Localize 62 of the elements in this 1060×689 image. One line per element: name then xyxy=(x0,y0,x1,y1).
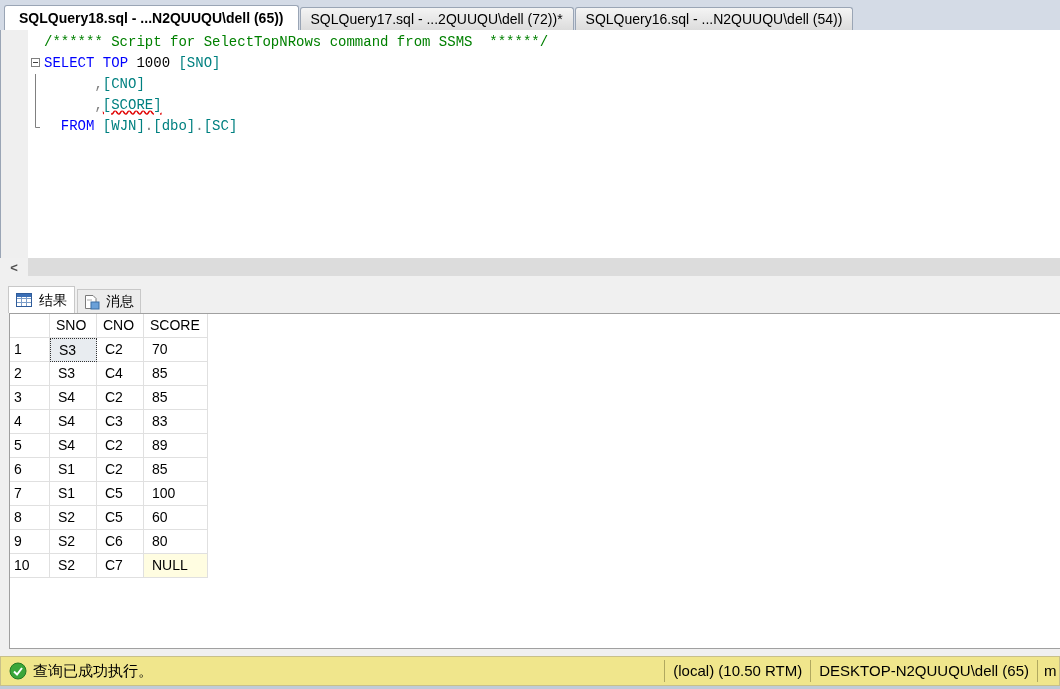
table-cell: S1 xyxy=(50,458,97,482)
collapse-icon[interactable] xyxy=(31,58,40,67)
document-tab[interactable]: SQLQuery18.sql - ...N2QUUQU\dell (65)) xyxy=(4,5,299,30)
table-cell: S2 xyxy=(50,554,97,578)
row-number: 3 xyxy=(10,386,50,410)
row-number: 6 xyxy=(10,458,50,482)
grid-icon xyxy=(16,293,32,307)
tab-label: 结果 xyxy=(39,290,67,310)
table-cell: S3 xyxy=(50,362,97,386)
table-cell: S1 xyxy=(50,482,97,506)
result-tab[interactable]: 消息 xyxy=(77,289,141,313)
database-info: m xyxy=(1037,659,1059,683)
table-cell: C3 xyxy=(97,410,144,434)
document-tab[interactable]: SQLQuery17.sql - ...2QUUQU\dell (72))* xyxy=(299,7,574,30)
scroll-left-button[interactable]: < xyxy=(0,258,28,276)
table-cell: S4 xyxy=(50,386,97,410)
table-cell: 60 xyxy=(144,506,208,530)
table-cell: NULL xyxy=(144,554,208,578)
document-icon xyxy=(84,293,100,310)
table-cell: 85 xyxy=(144,386,208,410)
table-cell: S3 xyxy=(50,338,97,362)
code-line: FROM [WJN].[dbo].[SC] xyxy=(59,117,238,136)
row-number: 10 xyxy=(10,554,50,578)
server-info: (local) (10.50 RTM) xyxy=(664,659,811,683)
table-cell: 83 xyxy=(144,410,208,434)
table-cell: 89 xyxy=(144,434,208,458)
table-cell: C2 xyxy=(97,434,144,458)
code-line: SELECT TOP 1000 [SNO] xyxy=(44,54,221,73)
table-cell: C2 xyxy=(97,338,144,362)
table-cell: 85 xyxy=(144,458,208,482)
table-cell: S2 xyxy=(50,506,97,530)
row-number: 5 xyxy=(10,434,50,458)
table-cell: 85 xyxy=(144,362,208,386)
table-cell: 70 xyxy=(144,338,208,362)
status-message: 查询已成功执行。 xyxy=(33,660,154,681)
code-editor[interactable]: /****** Script for SelectTopNRows command from SSMS ******/ SELECT TOP 1000 [SNO] ,[CNO] ,[SCORE] FROM [WJN].[dbo].[SC] xyxy=(0,30,1060,258)
table-cell: C5 xyxy=(97,482,144,506)
column-header[interactable]: CNO xyxy=(97,314,144,338)
code-line: /****** Script for SelectTopNRows command from SSMS ******/ xyxy=(44,33,549,52)
table-cell: 100 xyxy=(144,482,208,506)
table-cell: C2 xyxy=(97,386,144,410)
table-cell: C4 xyxy=(97,362,144,386)
table-cell: S2 xyxy=(50,530,97,554)
table-cell: C2 xyxy=(97,458,144,482)
table-cell: S4 xyxy=(50,434,97,458)
code-line: ,[SCORE] xyxy=(93,96,162,115)
column-header[interactable]: SCORE xyxy=(144,314,208,338)
row-number: 8 xyxy=(10,506,50,530)
code-line: ,[CNO] xyxy=(93,75,145,94)
row-number: 2 xyxy=(10,362,50,386)
document-tab[interactable]: SQLQuery16.sql - ...N2QUUQU\dell (54)) xyxy=(574,7,854,30)
table-cell: C5 xyxy=(97,506,144,530)
row-number: 9 xyxy=(10,530,50,554)
row-number: 4 xyxy=(10,410,50,434)
row-number: 7 xyxy=(10,482,50,506)
table-cell: C6 xyxy=(97,530,144,554)
success-check-icon xyxy=(9,662,27,680)
result-tab[interactable]: 结果 xyxy=(8,286,75,313)
horizontal-scrollbar[interactable]: < xyxy=(0,258,1060,276)
user-info: DESKTOP-N2QUUQU\dell (65) xyxy=(810,659,1037,683)
tab-label: 消息 xyxy=(106,292,134,311)
table-cell: S4 xyxy=(50,410,97,434)
